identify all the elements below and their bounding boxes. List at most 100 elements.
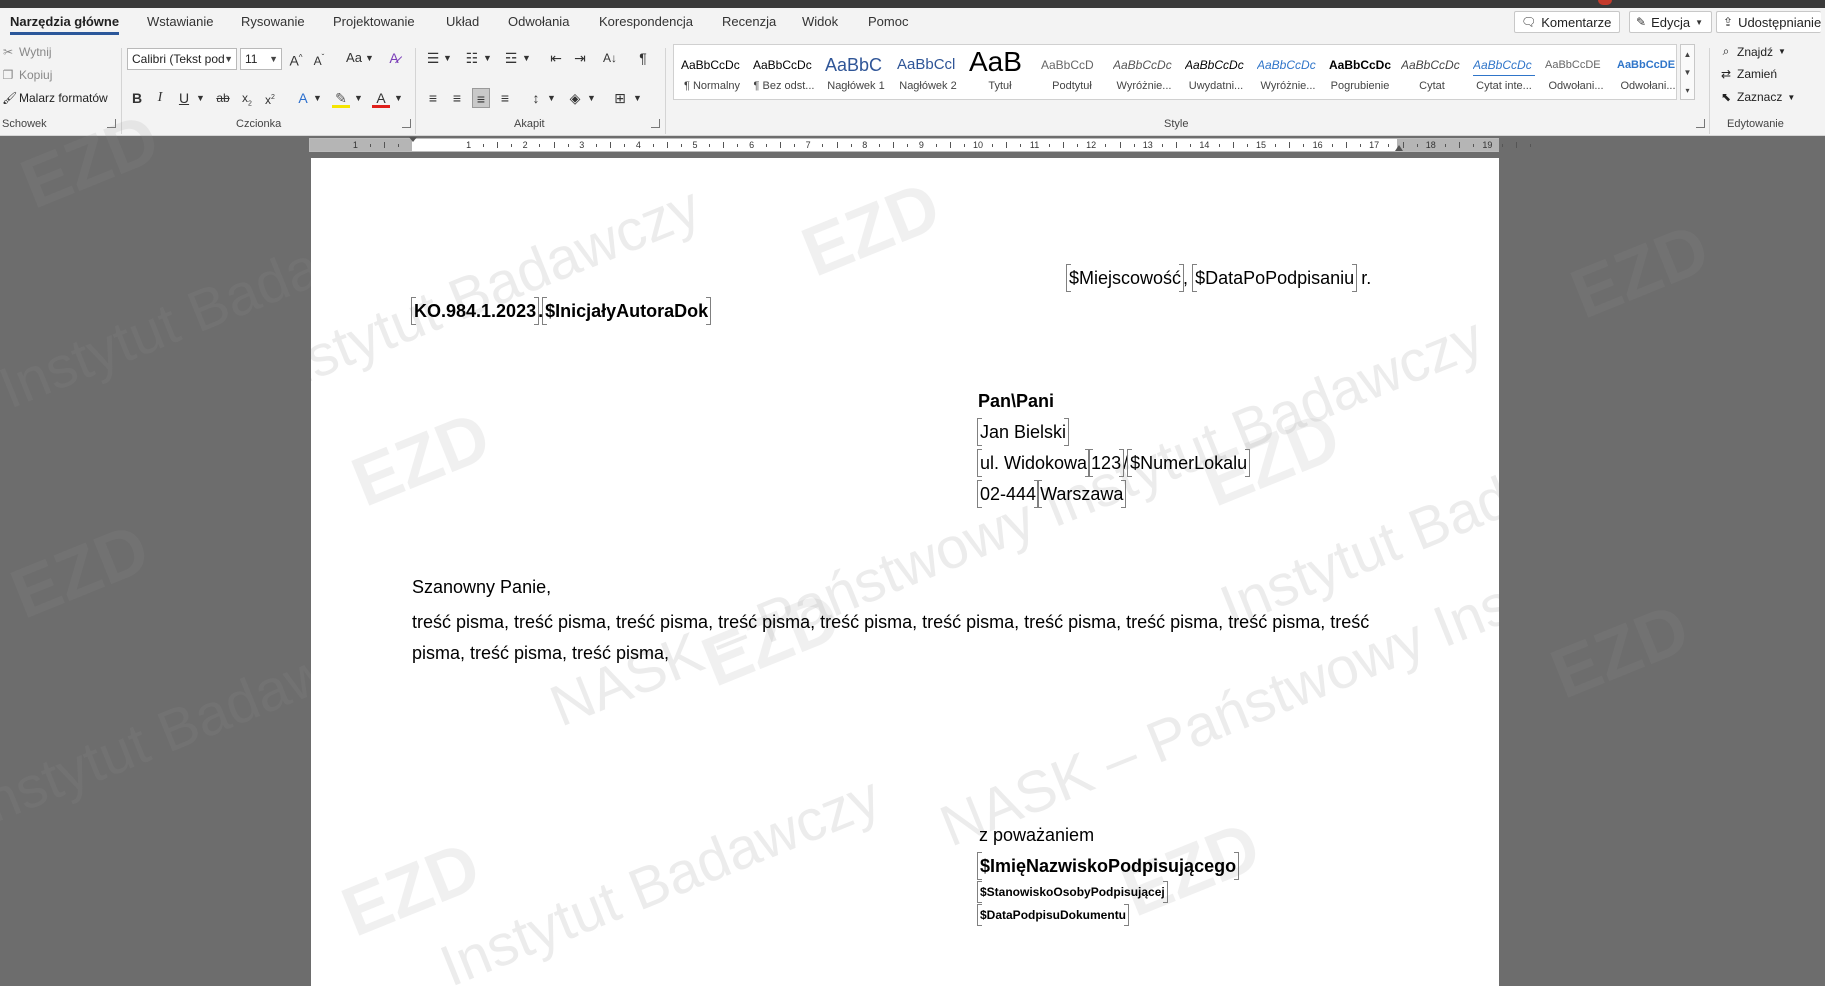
chevron-down-icon[interactable]: ▼ <box>633 88 642 108</box>
shrink-font-icon[interactable]: Aˇ <box>310 48 328 68</box>
tab-references[interactable]: Odwołania <box>508 14 569 29</box>
house-number-field[interactable]: 123 <box>1088 449 1125 477</box>
increase-indent-icon[interactable]: ⇥ <box>571 48 589 68</box>
postal-code-field[interactable]: 02-444 <box>976 480 1040 508</box>
style-intense-quote[interactable]: AaBbCcDc Cytat inte... <box>1468 47 1536 99</box>
style-subtle-emphasis[interactable]: AaBbCcDc Wyróżnie... <box>1108 47 1176 99</box>
chevron-down-icon[interactable]: ▼ <box>394 88 403 108</box>
align-left-icon[interactable]: ≡ <box>424 88 442 108</box>
sort-icon[interactable]: A↓ <box>601 48 619 68</box>
subscript-icon[interactable]: x2 <box>238 88 256 108</box>
font-color-icon[interactable]: A <box>372 88 390 108</box>
style-heading-1[interactable]: AaBbC Nagłówek 1 <box>820 47 888 99</box>
chevron-up-icon[interactable]: ▲ <box>1684 50 1692 59</box>
clear-formatting-icon[interactable]: A̷ <box>385 48 403 68</box>
styles-launcher-icon[interactable] <box>1696 119 1705 128</box>
select-button[interactable]: ⬉ Zaznacz ▼ <box>1720 90 1795 104</box>
chevron-down-icon[interactable]: ▼ <box>313 88 322 108</box>
style-normal[interactable]: AaBbCcDc ¶ Normalny <box>676 47 744 99</box>
signature-date-field[interactable]: $DataPodpisuDokumentu <box>976 904 1130 926</box>
cut-button[interactable]: ✂ Wytnij <box>2 45 52 59</box>
first-line-indent-marker[interactable] <box>409 137 417 142</box>
tab-help[interactable]: Pomoc <box>868 14 908 29</box>
tab-design[interactable]: Projektowanie <box>333 14 415 29</box>
more-styles-icon[interactable]: ▾ <box>1685 86 1689 95</box>
signer-name-field[interactable]: $ImięNazwiskoPodpisującego <box>976 852 1240 880</box>
line-spacing-icon[interactable]: ↕ <box>527 88 545 108</box>
tab-review[interactable]: Recenzja <box>722 14 776 29</box>
notification-dot <box>1598 0 1612 5</box>
chevron-down-icon[interactable]: ▼ <box>547 88 556 108</box>
bullets-icon[interactable]: ☰ <box>424 48 442 68</box>
style-preview: AaBbCcDE <box>1545 59 1601 71</box>
comments-button[interactable]: 🗨 Komentarze <box>1514 11 1621 33</box>
style-heading-2[interactable]: AaBbCcl Nagłówek 2 <box>892 47 960 99</box>
pilcrow-icon[interactable]: ¶ <box>634 48 652 68</box>
share-button[interactable]: ⇪ Udostępnianie <box>1716 11 1822 33</box>
recipient-name-field[interactable]: Jan Bielski <box>976 418 1070 446</box>
justify-icon[interactable]: ≡ <box>496 88 514 108</box>
style-title[interactable]: AaB Tytuł <box>964 47 1032 99</box>
chevron-down-icon[interactable]: ▼ <box>483 48 492 68</box>
horizontal-ruler[interactable]: 1 1 2 3 4 5 6 7 8 9 10 11 12 13 14 15 16 17 18 19 <box>309 137 1531 152</box>
italic-icon[interactable]: I <box>151 88 169 108</box>
tab-home[interactable]: Narzędzia główne <box>10 14 120 35</box>
highlight-icon[interactable]: ✎ <box>332 88 350 108</box>
change-case-button[interactable]: Aa <box>342 48 366 68</box>
replace-button[interactable]: ⇄ Zamień <box>1720 67 1777 81</box>
style-subtitle[interactable]: AaBbCcD Podtytuł <box>1036 47 1104 99</box>
initials-field[interactable]: $InicjałyAutoraDok <box>542 297 712 325</box>
style-subtle-reference[interactable]: AaBbCcDE Odwołani... <box>1540 47 1608 99</box>
place-field[interactable]: $Miejscowość <box>1065 264 1185 292</box>
multilevel-list-icon[interactable]: ☲ <box>502 48 520 68</box>
tab-insert[interactable]: Wstawianie <box>147 14 213 29</box>
decrease-indent-icon[interactable]: ⇤ <box>547 48 565 68</box>
clipboard-launcher-icon[interactable] <box>107 119 116 128</box>
font-launcher-icon[interactable] <box>402 119 411 128</box>
style-no-spacing[interactable]: AaBbCcDc ¶ Bez odst... <box>748 47 816 99</box>
tab-view[interactable]: Widok <box>802 14 838 29</box>
chevron-down-icon[interactable]: ▼ <box>587 88 596 108</box>
underline-icon[interactable]: U <box>175 88 193 108</box>
align-center-icon[interactable]: ≡ <box>448 88 466 108</box>
bold-icon[interactable]: B <box>128 88 146 108</box>
chevron-down-icon[interactable]: ▼ <box>522 48 531 68</box>
chevron-down-icon[interactable]: ▼ <box>365 48 374 68</box>
paragraph-launcher-icon[interactable] <box>651 119 660 128</box>
styles-scroll[interactable]: ▲ ▼ ▾ <box>1680 44 1695 100</box>
right-indent-marker[interactable] <box>1395 145 1403 151</box>
copy-button[interactable]: ❐ Kopiuj <box>2 68 53 82</box>
find-button[interactable]: ⌕ Znajdź ▼ <box>1720 44 1786 59</box>
shading-icon[interactable]: ◈ <box>566 88 584 108</box>
chevron-down-icon[interactable]: ▼ <box>1684 68 1692 77</box>
grow-font-icon[interactable]: A^ <box>287 48 305 69</box>
chevron-down-icon[interactable]: ▼ <box>196 88 205 108</box>
tab-layout[interactable]: Układ <box>446 14 479 29</box>
borders-icon[interactable]: ⊞ <box>611 88 629 108</box>
style-strong[interactable]: AaBbCcDc Pogrubienie <box>1324 47 1392 99</box>
text-effects-icon[interactable]: A <box>294 88 312 108</box>
unit-number-field[interactable]: $NumerLokalu <box>1127 449 1251 477</box>
font-size-select[interactable]: 11 ▼ <box>240 48 282 70</box>
chevron-down-icon[interactable]: ▼ <box>443 48 452 68</box>
editing-mode-button[interactable]: ✎ Edycja ▼ <box>1629 11 1713 33</box>
style-emphasis[interactable]: AaBbCcDc Uwydatni... <box>1180 47 1248 99</box>
document-page[interactable]: Instytut Badawczy EZD NASK – Państwowy I… <box>311 158 1499 986</box>
tab-draw[interactable]: Rysowanie <box>241 14 305 29</box>
reference-field[interactable]: KO.984.1.2023 <box>410 297 540 325</box>
signer-position-field[interactable]: $StanowiskoOsobyPodpisującej <box>977 881 1168 903</box>
street-field[interactable]: ul. Widokowa <box>976 449 1091 477</box>
format-painter-button[interactable]: 🖌 Malarz formatów <box>2 91 108 105</box>
chevron-down-icon[interactable]: ▼ <box>354 88 363 108</box>
style-intense-reference[interactable]: AaBbCcDE Odwołani... <box>1612 47 1680 99</box>
numbering-icon[interactable]: ☷ <box>463 48 481 68</box>
align-right-icon[interactable]: ≡ <box>472 88 490 108</box>
superscript-icon[interactable]: x2 <box>261 88 279 108</box>
date-field[interactable]: $DataPoPodpisaniu <box>1192 264 1358 292</box>
strikethrough-icon[interactable]: ab <box>214 88 232 108</box>
style-intense-emphasis[interactable]: AaBbCcDc Wyróżnie... <box>1252 47 1320 99</box>
style-quote[interactable]: AaBbCcDc Cytat <box>1396 47 1464 99</box>
tab-mailings[interactable]: Korespondencja <box>599 14 693 29</box>
font-name-select[interactable]: Calibri (Tekst pod ▼ <box>127 48 237 70</box>
city-field[interactable]: Warszawa <box>1037 480 1127 508</box>
